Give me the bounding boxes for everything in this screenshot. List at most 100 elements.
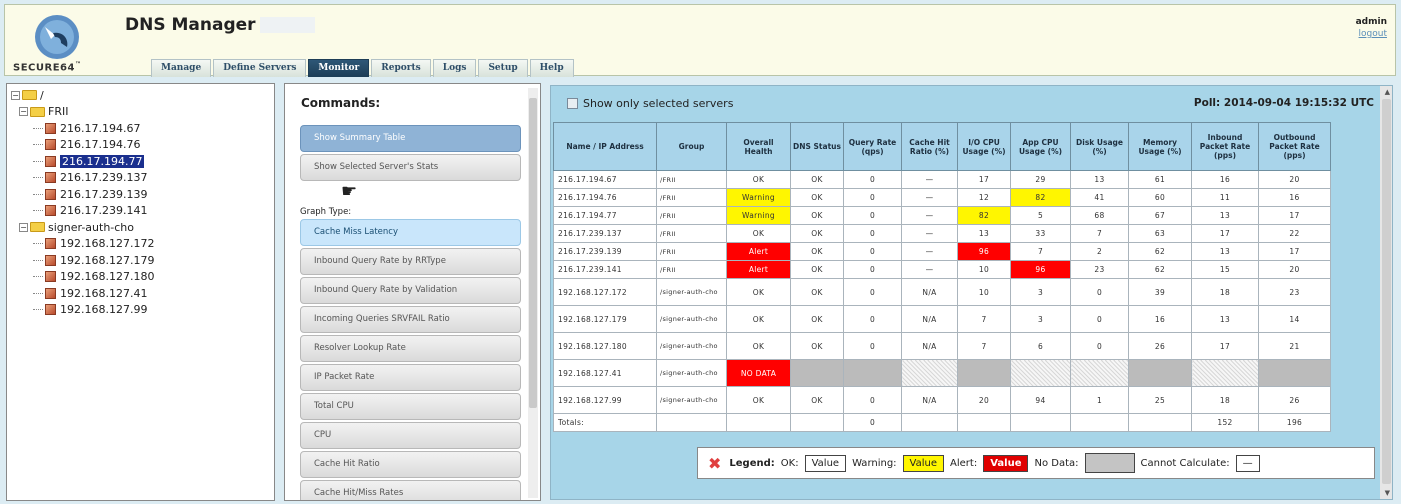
tree-server[interactable]: 216.17.239.139	[11, 186, 270, 203]
table-cell: 39	[1128, 278, 1192, 306]
table-row[interactable]: 216.17.194.76/FRII Warning OK 0—12 82 41 60 11 1…	[553, 188, 1331, 207]
tab-manage[interactable]: Manage	[151, 59, 212, 77]
table-row[interactable]: 192.168.127.179/signer-auth-cho OK OK 0 N/A 7…	[553, 305, 1331, 333]
commands-scroll-thumb[interactable]	[529, 98, 537, 408]
table-cell: 192.168.127.180	[553, 332, 657, 360]
tree-server[interactable]: 192.168.127.180	[11, 269, 270, 286]
graph-cache-hit-miss[interactable]: Cache Hit/Miss Rates	[300, 480, 521, 500]
column-header[interactable]: Group	[656, 122, 727, 171]
table-row[interactable]: 192.168.127.99/signer-auth-cho OK OK 0 N/A 20…	[553, 386, 1331, 414]
show-only-selected[interactable]: Show only selected servers	[567, 97, 733, 110]
table-cell: 10	[957, 278, 1011, 306]
tree-server-selected[interactable]: 216.17.194.77	[11, 153, 270, 170]
totals-row: Totals: 0 152 196	[553, 413, 1331, 432]
column-header[interactable]: Cache Hit Ratio (%)	[901, 122, 958, 171]
username: admin	[1355, 17, 1387, 27]
table-cell: 0	[843, 260, 902, 279]
totals-cell: 196	[1258, 413, 1331, 432]
graph-total-cpu[interactable]: Total CPU	[300, 393, 521, 420]
table-cell: 2	[1070, 242, 1129, 261]
table-row[interactable]: 192.168.127.41/signer-auth-cho NO DATA	[553, 359, 1331, 387]
table-row[interactable]: 192.168.127.172/signer-auth-cho OK OK 0 N/A 1…	[553, 278, 1331, 306]
tree-server[interactable]: 192.168.127.172	[11, 236, 270, 253]
logout-link[interactable]: logout	[1359, 29, 1387, 39]
folder-icon	[30, 222, 45, 233]
table-cell: 0	[843, 188, 902, 207]
tree-server[interactable]: 216.17.194.76	[11, 137, 270, 154]
tab-reports[interactable]: Reports	[371, 59, 431, 77]
collapse-icon[interactable]: −	[19, 107, 28, 117]
commands-title: Commands:	[301, 96, 381, 110]
table-row[interactable]: 216.17.239.139/FRII Alert OK 0—96 7 2 62 13 17	[553, 242, 1331, 261]
table-cell: 11	[1191, 188, 1259, 207]
column-header[interactable]: Inbound Packet Rate (pps)	[1191, 122, 1259, 171]
scroll-up-icon[interactable]: ▲	[1385, 88, 1390, 96]
tree-group-frii[interactable]: − FRII	[11, 104, 270, 121]
tree-server[interactable]: 216.17.239.137	[11, 170, 270, 187]
table-cell: OK	[790, 170, 844, 189]
table-cell: OK	[790, 242, 844, 261]
graph-inbound-rrtype[interactable]: Inbound Query Rate by RRType	[300, 248, 521, 275]
tree-root[interactable]: − /	[11, 87, 270, 104]
tab-define-servers[interactable]: Define Servers	[213, 59, 307, 77]
tree-server[interactable]: 216.17.239.141	[11, 203, 270, 220]
tree-group-signer[interactable]: − signer-auth-cho	[11, 219, 270, 236]
tab-setup[interactable]: Setup	[478, 59, 528, 77]
graph-resolver-lookup[interactable]: Resolver Lookup Rate	[300, 335, 521, 362]
close-icon[interactable]: ✖	[708, 454, 721, 473]
graph-cache-miss-latency[interactable]: Cache Miss Latency	[300, 219, 521, 246]
table-cell	[843, 359, 902, 387]
tab-logs[interactable]: Logs	[432, 59, 477, 77]
table-cell: OK	[790, 188, 844, 207]
show-only-checkbox[interactable]	[567, 98, 578, 109]
graph-inbound-validation[interactable]: Inbound Query Rate by Validation	[300, 277, 521, 304]
tree-server[interactable]: 192.168.127.99	[11, 302, 270, 319]
table-row[interactable]: 192.168.127.180/signer-auth-cho OK OK 0 N/A 7…	[553, 332, 1331, 360]
tab-monitor[interactable]: Monitor	[308, 59, 370, 77]
tree-server[interactable]: 192.168.127.41	[11, 285, 270, 302]
column-header[interactable]: Query Rate (qps)	[843, 122, 902, 171]
table-row[interactable]: 216.17.194.77/FRII Warning OK 0—82 5 68 67 13 17	[553, 206, 1331, 225]
table-row[interactable]: 216.17.239.141/FRII Alert OK 0—10 96 23 62 15 20	[553, 260, 1331, 279]
legend-nodata-swatch	[1084, 453, 1135, 473]
table-row[interactable]: 216.17.194.67/FRII OK OK 0—17 29 13 61 16 20	[553, 170, 1331, 189]
column-header[interactable]: Name / IP Address	[553, 122, 657, 171]
app-header: SECURE64™ DNS Manager admin logout Manag…	[4, 4, 1396, 77]
column-header[interactable]: Disk Usage (%)	[1070, 122, 1129, 171]
server-icon	[45, 188, 56, 200]
column-header[interactable]: Outbound Packet Rate (pps)	[1258, 122, 1331, 171]
tree-server[interactable]: 216.17.194.67	[11, 120, 270, 137]
tab-help[interactable]: Help	[529, 59, 574, 77]
column-header[interactable]: DNS Status	[790, 122, 844, 171]
table-cell: 62	[1128, 260, 1192, 279]
table-cell: Alert	[726, 242, 791, 261]
table-cell: 16	[1258, 188, 1331, 207]
table-cell: /signer-auth-cho	[656, 332, 727, 360]
table-cell	[957, 359, 1011, 387]
collapse-icon[interactable]: −	[19, 222, 28, 232]
graph-cache-hit-ratio[interactable]: Cache Hit Ratio	[300, 451, 521, 478]
monitor-panel: Show only selected servers Poll: 2014-09…	[550, 85, 1393, 500]
table-cell: OK	[726, 170, 791, 189]
tree-server[interactable]: 192.168.127.179	[11, 252, 270, 269]
table-cell: 16	[1191, 170, 1259, 189]
scroll-down-icon[interactable]: ▼	[1385, 489, 1390, 497]
show-summary-button[interactable]: Show Summary Table	[300, 125, 521, 152]
collapse-icon[interactable]: −	[11, 90, 20, 100]
graph-cpu[interactable]: CPU	[300, 422, 521, 449]
table-cell: 0	[843, 206, 902, 225]
server-icon	[45, 304, 56, 316]
main-scroll-thumb[interactable]	[1382, 99, 1391, 484]
column-header[interactable]: Memory Usage (%)	[1128, 122, 1192, 171]
table-cell: —	[901, 260, 958, 279]
graph-srvfail-ratio[interactable]: Incoming Queries SRVFAIL Ratio	[300, 306, 521, 333]
table-cell: 0	[1070, 278, 1129, 306]
column-header[interactable]: Overall Health	[726, 122, 791, 171]
table-row[interactable]: 216.17.239.137/FRII OK OK 0—13 33 7 63 17 22	[553, 224, 1331, 243]
server-icon	[45, 254, 56, 266]
show-selected-stats-button[interactable]: Show Selected Server's Stats	[300, 154, 521, 181]
column-header[interactable]: App CPU Usage (%)	[1010, 122, 1071, 171]
column-header[interactable]: I/O CPU Usage (%)	[957, 122, 1011, 171]
graph-ip-packet-rate[interactable]: IP Packet Rate	[300, 364, 521, 391]
totals-cell: 0	[843, 413, 902, 432]
